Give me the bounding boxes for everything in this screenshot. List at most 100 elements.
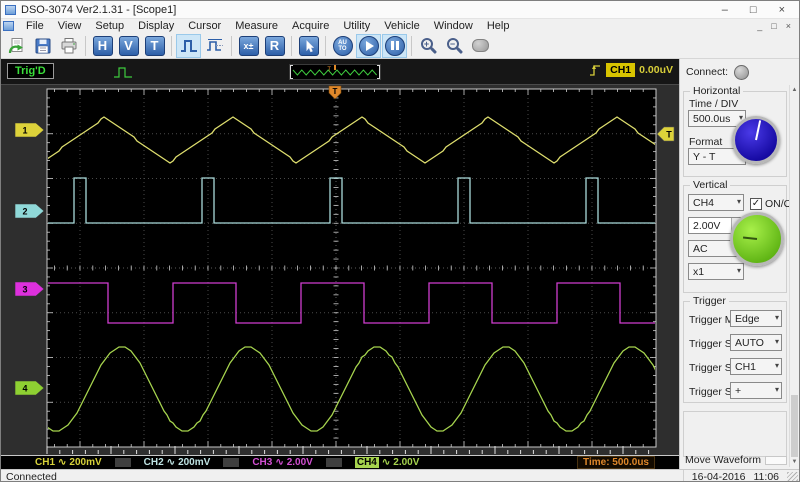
channel-1-position-marker[interactable] <box>14 122 45 138</box>
channel-3-position-marker[interactable] <box>14 281 45 297</box>
ac-coupling-icon: ∿ <box>58 457 67 468</box>
panel-scrollbar[interactable]: ▲ ▼ <box>789 85 799 467</box>
open-file-icon <box>8 37 23 53</box>
scope-status-bar: Trig'D T CH1 0.00uV <box>1 59 679 85</box>
menu-utility[interactable]: Utility <box>336 20 377 33</box>
toolbar-separator <box>171 35 172 56</box>
trigger-source-select[interactable]: CH1 ▾ <box>730 358 782 375</box>
readout-separator <box>114 458 131 467</box>
measure-display-button[interactable] <box>202 34 227 58</box>
menu-file[interactable]: File <box>19 20 51 33</box>
preview-wave-icon: T <box>292 65 377 76</box>
toolbar-separator <box>231 35 232 56</box>
move-waveform-label: Move Waveform <box>685 454 762 466</box>
math-button[interactable]: x± <box>236 34 261 58</box>
scroll-up-icon[interactable]: ▲ <box>790 85 799 95</box>
pause-button[interactable] <box>382 33 407 58</box>
menu-window[interactable]: Window <box>427 20 480 33</box>
app-icon <box>5 4 16 15</box>
menu-measure[interactable]: Measure <box>228 20 285 33</box>
waveform-preview[interactable]: T <box>289 64 381 80</box>
readout-separator <box>223 458 240 467</box>
horizontal-knob[interactable] <box>732 116 780 164</box>
channel-onoff-checkbox[interactable]: ✓ <box>750 198 762 210</box>
chevron-down-icon: ▾ <box>736 197 741 206</box>
probe-select[interactable]: x1 ▾ <box>688 263 744 280</box>
readout-separator <box>325 458 342 467</box>
move-waveform-track[interactable] <box>765 455 787 465</box>
save-icon <box>35 38 50 53</box>
channel-marker-label: 2 <box>22 207 27 217</box>
waveform-display[interactable]: 1 2 3 4 T T <box>1 85 679 456</box>
preview-right-bracket <box>377 65 380 79</box>
ch4-readout[interactable]: CH4 ∿ 2.00V <box>351 457 424 468</box>
menu-setup[interactable]: Setup <box>88 20 131 33</box>
mdi-document-icon <box>3 21 14 31</box>
menu-cursor[interactable]: Cursor <box>181 20 228 33</box>
mdi-close-button[interactable]: × <box>786 21 791 31</box>
chevron-down-icon: ▾ <box>736 266 741 275</box>
svg-text:T: T <box>327 67 331 73</box>
time-div-label: Time / DIV <box>689 98 739 110</box>
scroll-down-icon[interactable]: ▼ <box>790 457 799 467</box>
zoom-in-button[interactable]: + <box>416 34 441 58</box>
horizontal-setup-button[interactable]: H <box>90 34 115 58</box>
zoom-out-button[interactable]: − <box>442 34 467 58</box>
mdi-minimize-button[interactable]: _ <box>757 21 762 31</box>
trigger-mode-select[interactable]: Edge ▾ <box>730 310 782 327</box>
menu-acquire[interactable]: Acquire <box>285 20 336 33</box>
resize-grip[interactable] <box>787 472 798 481</box>
pulse-measure-icon <box>206 38 223 51</box>
save-button[interactable] <box>30 34 55 58</box>
channel-2-position-marker[interactable] <box>14 203 45 219</box>
menu-display[interactable]: Display <box>131 20 181 33</box>
vertical-knob[interactable] <box>730 212 784 266</box>
mdi-restore-button[interactable]: □ <box>771 21 776 31</box>
status-time: 11:06 <box>753 470 780 482</box>
menu-view[interactable]: View <box>51 20 89 33</box>
trigger-level-marker-label: T <box>666 130 672 140</box>
horizontal-group-title: Horizontal <box>690 85 744 97</box>
trigger-sweep-select[interactable]: AUTO ▾ <box>730 334 782 351</box>
menu-help[interactable]: Help <box>480 20 517 33</box>
ch2-readout[interactable]: CH2 ∿ 200mV <box>140 457 215 468</box>
chevron-down-icon: ▾ <box>774 385 779 394</box>
app-window: DSO-3074 Ver2.1.31 - [Scope1] – □ × File… <box>0 0 800 482</box>
channel-select[interactable]: CH4 ▾ <box>688 194 744 211</box>
print-button[interactable] <box>56 34 81 58</box>
waveform-display-button[interactable] <box>176 33 201 58</box>
scrollbar-thumb[interactable] <box>791 395 798 457</box>
close-button[interactable]: × <box>779 3 785 17</box>
ch1-readout[interactable]: CH1 ∿ 200mV <box>31 457 106 468</box>
vertical-group-title: Vertical <box>690 179 731 191</box>
t-icon: T <box>144 35 165 56</box>
ref-waveform-button[interactable]: R <box>262 34 287 58</box>
trigger-readout: CH1 0.00uV <box>588 63 673 77</box>
auto-setup-button[interactable]: AU TO <box>330 34 355 58</box>
maximize-button[interactable]: □ <box>750 3 757 17</box>
control-panel: Connect: Horizontal Time / DIV 500.0us ▾ … <box>679 59 799 469</box>
toolbar-separator <box>325 35 326 56</box>
trigger-slope-select[interactable]: + ▾ <box>730 382 782 399</box>
ac-coupling-icon: ∿ <box>275 457 284 468</box>
v-icon: V <box>118 35 139 56</box>
vertical-group: Vertical CH4▾ ✓ ON/OFF 2.00V ▴▾ AC▾ x1▾ <box>683 179 799 293</box>
toolbar-separator <box>411 35 412 56</box>
play-icon <box>358 35 379 56</box>
horizontal-group: Horizontal Time / DIV 500.0us ▾ Format Y … <box>683 85 787 177</box>
cursor-button[interactable] <box>296 34 321 58</box>
run-button[interactable] <box>356 33 381 58</box>
menu-vehicle[interactable]: Vehicle <box>377 20 426 33</box>
channel-4-position-marker[interactable] <box>14 380 45 396</box>
trigger-setup-button[interactable]: T <box>142 34 167 58</box>
trigger-level-value: 0.00uV <box>639 64 673 76</box>
ch3-readout[interactable]: CH3 ∿ 2.00V <box>248 457 317 468</box>
rising-edge-icon <box>590 65 601 76</box>
minimize-button[interactable]: – <box>722 3 728 17</box>
vertical-setup-button[interactable]: V <box>116 34 141 58</box>
trigger-type-pulse-icon <box>114 67 132 78</box>
chevron-down-icon: ▾ <box>774 361 779 370</box>
chevron-down-icon: ▾ <box>774 313 779 322</box>
open-file-button[interactable] <box>4 34 29 58</box>
pan-icon <box>472 39 489 52</box>
